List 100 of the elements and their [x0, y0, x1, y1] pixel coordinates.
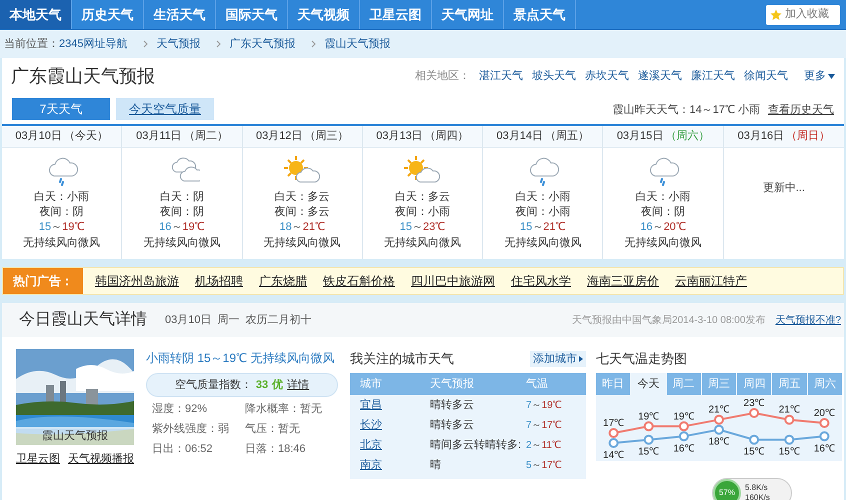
related-link[interactable]: 遂溪天气 — [638, 68, 682, 84]
weather-stat: 紫外线强度：弱 — [152, 422, 230, 437]
add-city-button[interactable]: 添加城市 — [530, 350, 586, 368]
detail-title: 今日霞山天气详情 — [19, 310, 147, 330]
data-point — [644, 421, 654, 432]
column-header: 天气预报 — [430, 376, 475, 392]
photo-caption: 霞山天气预报 — [16, 427, 134, 445]
data-label: 14℃ — [603, 450, 624, 459]
related-link[interactable]: 廉江天气 — [691, 68, 735, 84]
nav-tab[interactable]: 卫星云图 — [360, 0, 432, 29]
data-point — [784, 414, 794, 425]
page-title: 广东霞山天气预报 — [11, 64, 155, 88]
related-link[interactable]: 徐闻天气 — [744, 68, 788, 84]
ad-link[interactable]: 海南三亚房价 — [587, 272, 659, 290]
weather-stat: 日出：06:52 — [152, 442, 214, 457]
city-link[interactable]: 北京 — [360, 436, 430, 454]
nav-tab[interactable]: 国际天气 — [216, 0, 288, 29]
nav-tab[interactable]: 本地天气 — [0, 0, 72, 29]
breadcrumb-link[interactable]: 广东天气预报 — [229, 36, 296, 52]
caret-icon — [579, 356, 583, 362]
section-title: 七天气温走势图 — [596, 350, 688, 368]
nav-tab[interactable]: 生活天气 — [144, 0, 216, 29]
breadcrumb-link[interactable]: 天气预报 — [156, 36, 200, 52]
city-link[interactable]: 南京 — [360, 456, 430, 474]
data-label: 15℃ — [744, 446, 765, 458]
temperature-range: 7～17℃ — [526, 418, 563, 432]
data-label: 17℃ — [603, 418, 624, 429]
feedback-link[interactable]: 天气预报不准? — [775, 312, 841, 328]
forecast-date: 03月16日 — [738, 129, 784, 144]
nav-tab[interactable]: 天气网址 — [432, 0, 504, 29]
table-cell-text: 晴转多云 — [430, 398, 475, 413]
ad-link[interactable]: 四川巴中旅游网 — [411, 272, 495, 290]
details-link[interactable]: 详情 — [287, 376, 310, 394]
chevron-icon — [143, 40, 148, 48]
forecast-date: 03月11日 — [136, 129, 182, 144]
data-point — [784, 434, 794, 445]
breadcrumb-link[interactable]: 2345网址导航 — [59, 36, 128, 52]
table-cell-text: 晴转多云 — [430, 418, 475, 433]
nav-tab[interactable]: 天气视频 — [288, 0, 360, 29]
data-label: 16℃ — [673, 443, 694, 454]
data-point — [608, 428, 619, 438]
nav-tab[interactable]: 景点天气 — [504, 0, 576, 29]
night-weather: 夜间：阴 — [160, 205, 204, 220]
related-link[interactable]: 赤坎天气 — [585, 68, 629, 84]
night-weather: 夜间：多云 — [274, 205, 330, 220]
city-link[interactable]: 长沙 — [360, 416, 430, 434]
ad-link[interactable]: 云南丽江特产 — [675, 272, 747, 290]
night-weather: 夜间：阴 — [641, 205, 686, 220]
data-label: 15℃ — [638, 446, 660, 458]
related-link[interactable]: 坡头天气 — [532, 68, 576, 84]
tab[interactable]: 今天空气质量 — [116, 98, 214, 120]
data-point — [749, 408, 760, 418]
section-title: 我关注的城市天气 — [350, 350, 454, 368]
weather-summary: 小雨转阴 15～19℃ 无持续风向微风 — [146, 350, 336, 367]
data-label: 20℃ — [814, 408, 835, 419]
more-link[interactable]: 更多 — [804, 68, 835, 84]
wind-text: 无持续风向微风 — [504, 236, 582, 251]
daytime-weather: 白天：阴 — [160, 190, 204, 205]
star-icon — [770, 8, 782, 20]
daytime-weather: 白天：小雨 — [34, 190, 90, 205]
wind-text: 无持续风向微风 — [384, 236, 461, 251]
weekday-label: （周五） — [545, 129, 590, 144]
city-link[interactable]: 宜昌 — [360, 396, 430, 414]
yesterday-weather: 霞山昨天天气：14～17℃ 小雨 — [612, 102, 760, 118]
weekday-label: （今天） — [64, 129, 108, 144]
weather-stat: 降水概率：暂无 — [245, 402, 323, 417]
breadcrumb-link[interactable]: 霞山天气预报 — [324, 36, 390, 52]
related-link[interactable]: 湛江天气 — [479, 68, 523, 84]
weather-stat: 湿度：92% — [152, 402, 208, 417]
ad-link[interactable]: 住宅风水学 — [511, 272, 571, 290]
wind-text: 无持续风向微风 — [143, 236, 220, 251]
night-weather: 夜间：小雨 — [515, 205, 570, 220]
photo-link[interactable]: 卫星云图 — [16, 451, 60, 468]
aqi-level: 优 — [272, 378, 284, 393]
photo-link[interactable]: 天气视频播报 — [68, 451, 134, 468]
weekday-label: （周四） — [424, 129, 469, 144]
column-header: 气温 — [526, 376, 549, 392]
ad-link[interactable]: 韩国济州岛旅游 — [95, 272, 179, 290]
data-label: 21℃ — [778, 404, 800, 416]
data-label: 19℃ — [673, 411, 694, 422]
source-text: 天气预报由中国气象局2014-3-10 08:00发布 — [572, 314, 766, 328]
ad-link[interactable]: 机场招聘 — [195, 272, 243, 290]
data-point — [819, 418, 830, 428]
temperature-range: 7～19℃ — [526, 398, 563, 412]
history-link[interactable]: 查看历史天气 — [768, 102, 834, 118]
tab[interactable]: 7天天气 — [12, 98, 110, 120]
data-point — [678, 421, 689, 432]
temperature-range: 15～23℃ — [400, 220, 446, 235]
usage-gauge: 57% — [713, 479, 741, 500]
weekday-label: （周二） — [184, 129, 228, 144]
ad-link[interactable]: 广东烧腊 — [259, 272, 307, 290]
temperature-range: 15～21℃ — [520, 220, 566, 235]
data-label: 18℃ — [708, 436, 730, 448]
weekday-label: （周三） — [304, 129, 348, 144]
forecast-date: 03月12日 — [256, 129, 302, 144]
bookmark-button[interactable]: 加入收藏 — [766, 4, 840, 24]
breadcrumb-label: 当前位置： — [4, 36, 59, 52]
nav-tab[interactable]: 历史天气 — [72, 0, 144, 29]
column-header: 城市 — [360, 376, 383, 392]
ad-link[interactable]: 铁皮石斛价格 — [323, 272, 395, 290]
